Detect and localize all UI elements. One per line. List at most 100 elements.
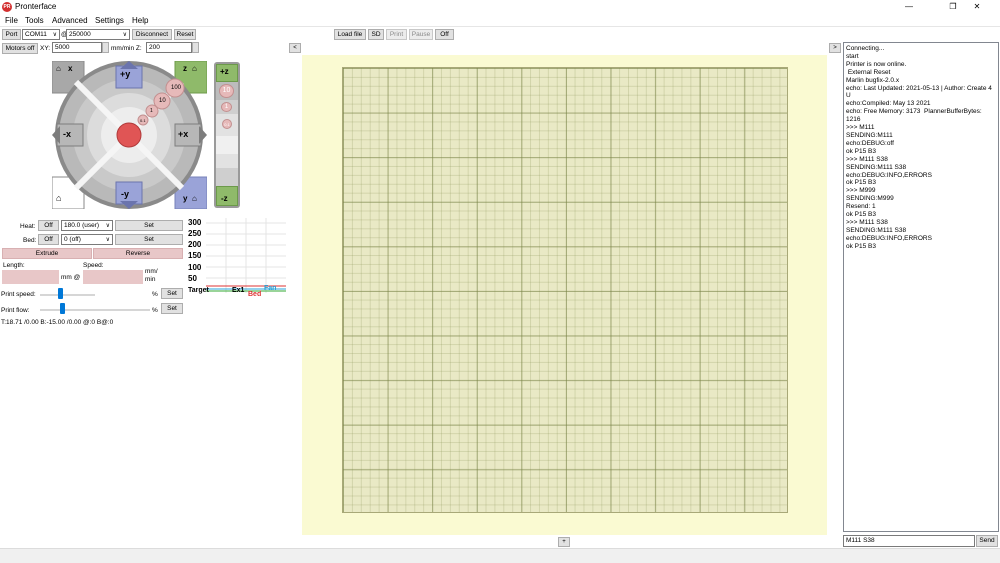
heat-set-button[interactable]: Set	[115, 220, 183, 231]
xy-feedrate-spin[interactable]	[102, 42, 109, 53]
temperature-graph: 300 250 200 150 100 50 Target Ex1 Bed Fa…	[186, 218, 286, 298]
print-flow-percent: %	[152, 307, 158, 314]
print-button[interactable]: Print	[386, 29, 407, 40]
console-log[interactable]: Connecting... start Printer is now online.…	[843, 42, 999, 532]
print-flow-slider-thumb[interactable]	[59, 303, 65, 314]
console-line: Resend: 1	[846, 203, 876, 211]
console-line: SENDING:M999	[846, 195, 894, 203]
z-up-label: +z	[220, 67, 229, 76]
chevron-down-icon: ∨	[105, 223, 110, 229]
pause-button[interactable]: Pause	[409, 29, 433, 40]
menu-help[interactable]: Help	[132, 16, 148, 25]
z-jog-control[interactable]: +z 10 1 0.1 -z	[214, 62, 240, 208]
console-line: SENDING:M111 S38	[846, 163, 907, 171]
collapse-left-button[interactable]: <	[289, 43, 301, 53]
port-button[interactable]: Port	[2, 29, 21, 40]
speed-label: Speed:	[83, 262, 104, 269]
heat-off-button[interactable]: Off	[38, 220, 59, 231]
z-step-down-0-1-button[interactable]	[216, 136, 238, 154]
console-line: >>> M111 S38	[846, 218, 888, 226]
console-line: Marlin bugfix-2.0.x	[846, 76, 900, 84]
mm-at-label: mm @	[61, 274, 81, 281]
sd-button[interactable]: SD	[368, 29, 384, 40]
minus-x-label: -x	[63, 129, 72, 139]
console-line: SENDING:M111 S38	[846, 226, 907, 234]
print-speed-slider[interactable]	[40, 294, 95, 296]
load-file-button[interactable]: Load file	[334, 29, 366, 40]
plus-y-label: +y	[120, 69, 131, 79]
home-x-label: x	[68, 64, 73, 73]
home-icon: ⌂	[192, 194, 197, 203]
center-button[interactable]	[116, 122, 142, 148]
graph-tick-200: 200	[188, 240, 202, 249]
graph-tick-300: 300	[188, 218, 202, 227]
print-flow-set-button[interactable]: Set	[161, 303, 183, 314]
minus-y-label: -y	[121, 189, 130, 199]
bed-temp-select[interactable]: 0 (off) ∨	[61, 234, 113, 245]
z-feedrate-spin[interactable]	[192, 42, 199, 53]
collapse-right-button[interactable]: >	[829, 43, 841, 53]
print-speed-label: Print speed:	[1, 291, 36, 298]
menu-tools[interactable]: Tools	[25, 16, 44, 25]
extrude-button[interactable]: Extrude	[2, 248, 92, 259]
home-all-icon: ⌂	[56, 193, 62, 203]
console-line: start	[846, 52, 859, 60]
legend-fan: Fan	[264, 285, 277, 292]
console-line: >>> M111 S38	[846, 155, 888, 163]
build-plate-grid[interactable]	[342, 67, 788, 513]
graph-tick-100: 100	[188, 263, 202, 272]
menu-advanced[interactable]: Advanced	[52, 16, 88, 25]
menu-file[interactable]: File	[5, 16, 18, 25]
close-button[interactable]: ✕	[954, 0, 1000, 14]
minimize-button[interactable]: —	[886, 0, 932, 14]
z-feedrate-field[interactable]: 200	[146, 42, 192, 53]
home-z-label: z	[183, 64, 187, 73]
graph-tick-150: 150	[188, 251, 202, 260]
baud-select[interactable]: 250000 ∨	[66, 29, 130, 40]
extrude-speed-field[interactable]	[83, 270, 143, 284]
console-line: >>> M999	[846, 187, 876, 195]
z-step-1-marker: 1	[221, 102, 232, 112]
heat-label: Heat:	[20, 223, 36, 230]
console-line: Printer is now online.	[846, 60, 907, 68]
status-bar	[0, 548, 1000, 563]
legend-target: Target	[188, 287, 209, 294]
z-step-down-1-button[interactable]	[216, 154, 238, 168]
console-line: >>> M111	[846, 124, 875, 132]
print-speed-set-button[interactable]: Set	[161, 288, 183, 299]
bed-set-button[interactable]: Set	[115, 234, 183, 245]
step-label-100: 100	[171, 85, 182, 91]
console-line: ok P15 B3	[846, 179, 876, 187]
heat-temp-select[interactable]: 180.0 (user) ∨	[61, 220, 113, 231]
menu-settings[interactable]: Settings	[95, 16, 124, 25]
reverse-button[interactable]: Reverse	[93, 248, 183, 259]
console-line: echo: Free Memory: 3173 PlannerBufferByt…	[846, 108, 984, 124]
console-line: ok P15 B3	[846, 242, 876, 250]
z-down-label: -z	[221, 194, 228, 203]
console-line: echo:DEBUG:off	[846, 139, 894, 147]
graph-tick-50: 50	[188, 274, 197, 283]
bed-off-button[interactable]: Off	[38, 234, 59, 245]
port-select[interactable]: COM11 ∨	[22, 29, 60, 40]
console-line: echo:DEBUG:INFO,ERRORS	[846, 234, 932, 242]
console-line: ok P15 B3	[846, 147, 876, 155]
xy-feedrate-field[interactable]: 5000	[52, 42, 102, 53]
send-button[interactable]: Send	[976, 535, 998, 547]
console-line: echo: Last Updated: 2021-05-13 | Author:…	[846, 84, 994, 100]
length-field[interactable]	[2, 270, 59, 284]
command-input[interactable]: M111 S38	[843, 535, 975, 547]
chevron-down-icon: ∨	[105, 237, 110, 243]
bed-label: Bed:	[23, 237, 37, 244]
reset-button[interactable]: Reset	[174, 29, 196, 40]
temperature-status-line: T:18.71 /0.00 B:-15.00 /0.00 @:0 B@:0	[1, 319, 114, 326]
collapse-bottom-button[interactable]: +	[558, 537, 570, 547]
print-flow-slider[interactable]	[40, 309, 150, 311]
off-button[interactable]: Off	[435, 29, 454, 40]
build-plate-panel[interactable]	[302, 55, 827, 535]
step-label-0-1: 0.1	[140, 118, 146, 123]
motors-off-button[interactable]: Motors off	[2, 43, 38, 54]
length-label: Length:	[3, 262, 25, 269]
z-step-down-10-button[interactable]	[216, 168, 238, 186]
print-speed-slider-thumb[interactable]	[57, 288, 63, 299]
disconnect-button[interactable]: Disconnect	[132, 29, 172, 40]
